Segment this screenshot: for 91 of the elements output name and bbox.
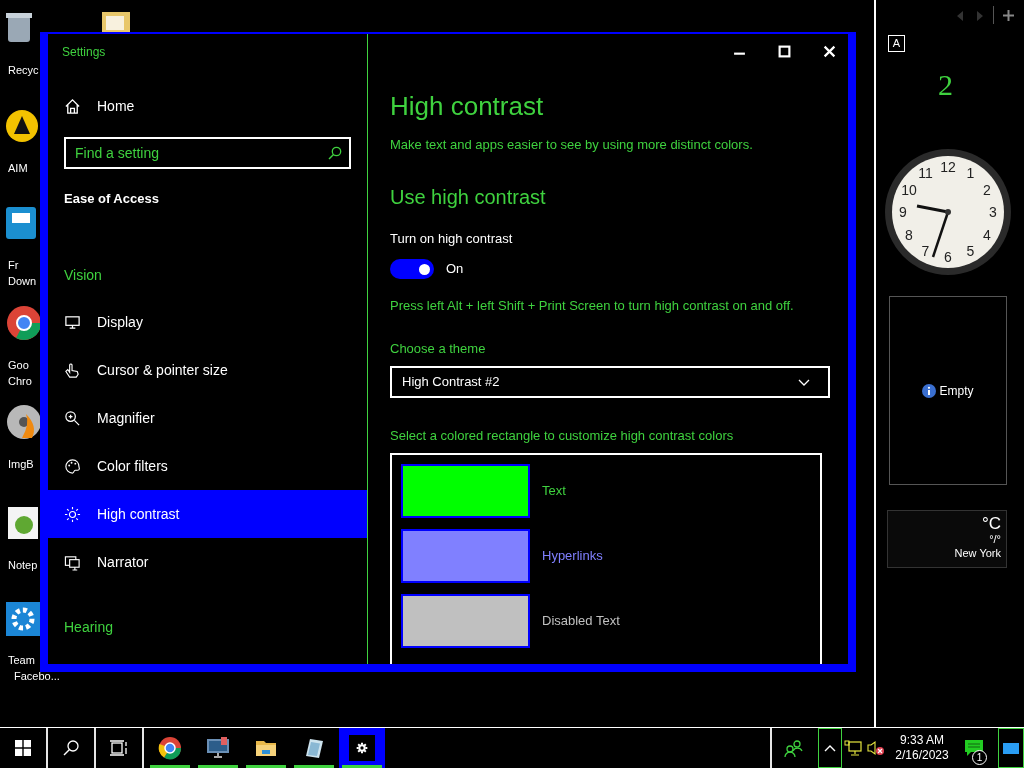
app-icon[interactable] xyxy=(4,404,40,440)
clock-numeral: 7 xyxy=(921,243,930,259)
monitor-icon xyxy=(206,736,230,760)
action-center-button[interactable]: 1 xyxy=(956,728,992,768)
folder-icon[interactable] xyxy=(100,10,132,32)
home-icon xyxy=(64,97,81,115)
temperature-unit: °C xyxy=(981,515,1001,533)
window-title: Settings xyxy=(61,44,107,61)
app-icon[interactable] xyxy=(4,108,40,144)
nav-item[interactable]: Cursor & pointer size xyxy=(48,346,367,394)
shortcut-hint: Press left Alt + left Shift + Print Screen to turn high contrast on and off. xyxy=(390,297,795,315)
monitor-icon xyxy=(64,313,81,331)
info-icon xyxy=(922,383,937,398)
letter-badge: A xyxy=(888,35,905,52)
clock-numeral: 5 xyxy=(966,243,975,259)
toggle-state: On xyxy=(446,260,464,279)
clock-numeral: 2 xyxy=(983,181,991,198)
sun-icon xyxy=(64,505,81,523)
clock-button[interactable]: 9:33 AM 2/16/2023 xyxy=(888,728,956,768)
nav-item[interactable]: Narrator xyxy=(48,538,367,586)
task-view-icon xyxy=(110,740,128,756)
people-icon xyxy=(784,739,804,757)
icon-label: Notep xyxy=(8,558,38,573)
toggle-switch[interactable] xyxy=(390,259,434,279)
color-swatch[interactable] xyxy=(401,529,530,583)
taskbar-date: 2/16/2023 xyxy=(895,748,949,763)
section-heading: Ease of Access xyxy=(63,190,160,208)
group-heading: Vision xyxy=(63,266,103,285)
clock-numeral: 12 xyxy=(940,159,956,175)
settings-gear-icon xyxy=(354,740,370,756)
clock-numeral: 9 xyxy=(899,204,907,220)
color-swatch[interactable] xyxy=(401,594,530,648)
icon-label: Team xyxy=(8,653,35,668)
clock-numeral: 10 xyxy=(901,181,917,198)
color-swatch[interactable] xyxy=(401,464,530,518)
slideshow-panel: Empty xyxy=(889,296,1007,485)
page-number: 2 xyxy=(938,68,953,102)
home-item[interactable]: Home xyxy=(48,82,367,130)
icon-label: Down xyxy=(8,274,37,289)
description-text: Make text and apps easier to see by using more distinct colors. xyxy=(390,136,754,154)
chrome-icon xyxy=(158,736,182,760)
color-label: Hyperlinks xyxy=(542,547,603,566)
maximize-icon[interactable] xyxy=(778,44,791,58)
taskbar-time: 9:33 AM xyxy=(900,733,944,748)
icon-label: AIM xyxy=(8,161,28,176)
muted-speaker-icon xyxy=(867,740,885,756)
temperature-range: °/° xyxy=(989,533,1001,546)
icon-label: Facebo... xyxy=(14,669,60,684)
magnifier-icon xyxy=(64,409,81,427)
show-desktop-button[interactable] xyxy=(998,728,1024,768)
add-icon[interactable] xyxy=(1003,10,1014,21)
app-icon[interactable] xyxy=(4,600,40,636)
color-label: Text xyxy=(542,482,566,501)
search-icon[interactable] xyxy=(328,146,342,160)
nav-item[interactable]: Color filters xyxy=(48,442,367,490)
taskbar-app-button[interactable] xyxy=(339,728,385,768)
page-title: High contrast xyxy=(390,90,545,123)
nav-item[interactable]: Display xyxy=(48,298,367,346)
search-field[interactable]: Find a setting xyxy=(64,137,351,169)
search-icon xyxy=(63,740,79,756)
clock-numeral: 4 xyxy=(983,226,991,243)
network-icon xyxy=(844,740,862,756)
group-heading: Hearing xyxy=(63,618,115,637)
close-icon[interactable] xyxy=(823,44,836,58)
icon-label: Goo xyxy=(8,358,29,373)
clock-numeral: 11 xyxy=(918,165,933,181)
clock-numeral: 1 xyxy=(966,165,975,181)
pointer-hand-icon xyxy=(64,361,81,379)
city-name: New York xyxy=(954,546,1001,561)
chevron-up-icon xyxy=(824,744,836,752)
notification-count: 1 xyxy=(972,750,987,765)
show-hidden-icons-button[interactable] xyxy=(818,728,842,768)
icon-label: ImgB xyxy=(8,457,34,472)
clock-numeral: 8 xyxy=(905,226,913,243)
clock-numeral: 3 xyxy=(989,204,997,220)
theme-dropdown[interactable]: High Contrast #2 xyxy=(390,366,830,398)
nav-item[interactable]: Magnifier xyxy=(48,394,367,442)
icon-label: Chro xyxy=(8,374,32,389)
app-icon[interactable] xyxy=(4,305,40,341)
theme-label: Choose a theme xyxy=(390,340,487,358)
color-label: Disabled Text xyxy=(542,612,620,631)
clock-numeral: 6 xyxy=(944,249,952,265)
palette-icon xyxy=(64,457,81,475)
icon-label: Recyc xyxy=(8,63,39,78)
instruction-text: Select a colored rectangle to customize high contrast colors xyxy=(390,427,735,445)
narrator-icon xyxy=(64,553,81,571)
nav-item[interactable]: High contrast xyxy=(48,490,367,538)
icon-label: Fr xyxy=(8,258,19,273)
subsection-heading: Use high contrast xyxy=(390,185,547,210)
toggle-label: Turn on high contrast xyxy=(390,230,514,248)
windows-logo-icon xyxy=(15,740,31,756)
